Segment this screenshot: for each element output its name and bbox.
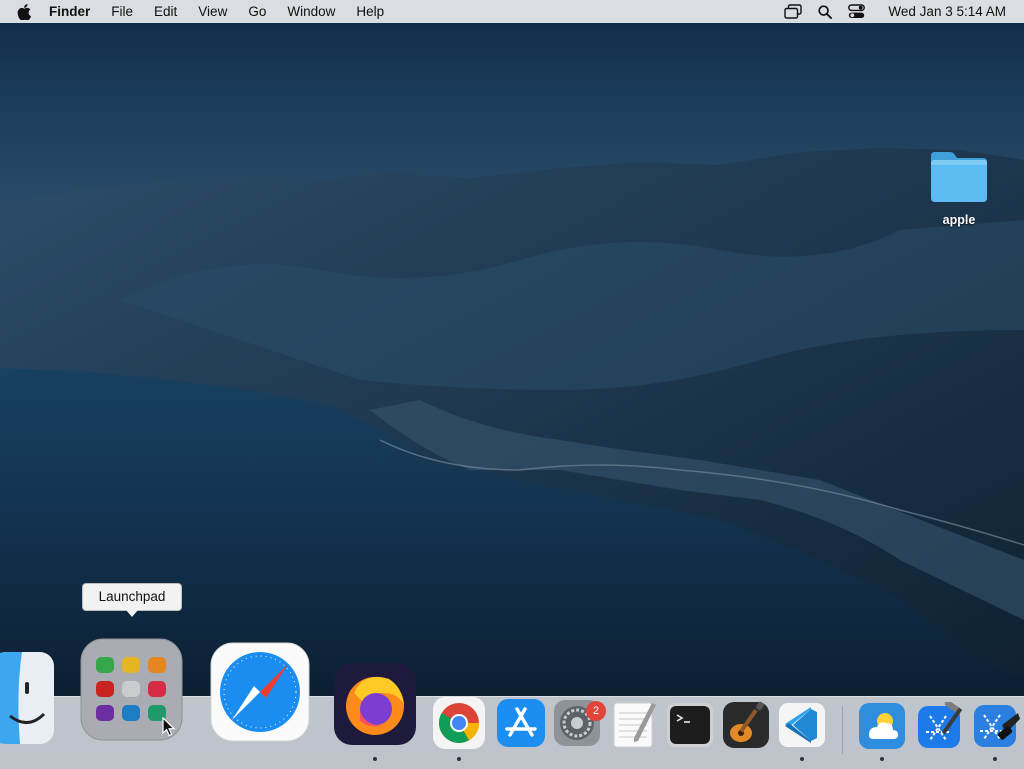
dock-item-safari[interactable] xyxy=(210,642,310,747)
dock-item-firefox[interactable] xyxy=(334,663,416,750)
dock-separator xyxy=(842,706,843,754)
menu-extras: Wed Jan 3 5:14 AM xyxy=(768,0,1006,23)
menu-go[interactable]: Go xyxy=(248,4,266,19)
vscode-icon xyxy=(779,703,825,751)
search-icon[interactable] xyxy=(818,4,833,19)
dock-item-chrome[interactable] xyxy=(433,697,485,754)
dock-item-finder[interactable] xyxy=(0,652,54,749)
menu-bar: Finder File Edit View Go Window Help Wed… xyxy=(0,0,1024,23)
running-indicator xyxy=(993,757,997,761)
instruments-icon xyxy=(972,705,1020,753)
running-indicator xyxy=(880,757,884,761)
dock-tooltip: Launchpad xyxy=(82,583,182,617)
screen-mirroring-icon[interactable] xyxy=(784,4,803,19)
terminal-icon xyxy=(667,703,713,751)
finder-icon xyxy=(0,652,54,748)
dock-item-textedit[interactable] xyxy=(612,701,658,754)
dock-item-vscode[interactable] xyxy=(779,703,825,752)
system-preferences-icon xyxy=(554,700,600,750)
menu-edit[interactable]: Edit xyxy=(154,4,177,19)
dock-item-weather[interactable] xyxy=(859,703,905,754)
desktop-folder-label: apple xyxy=(942,213,976,227)
garageband-icon xyxy=(723,701,769,752)
dock-item-terminal[interactable] xyxy=(667,703,713,752)
notification-badge: 2 xyxy=(586,701,606,721)
control-center-icon[interactable] xyxy=(848,4,866,19)
dock-item-app-store[interactable] xyxy=(497,699,545,752)
dock-item-xcode[interactable] xyxy=(916,700,964,755)
chrome-icon xyxy=(433,697,485,753)
safari-icon xyxy=(210,642,310,746)
running-indicator xyxy=(457,757,461,761)
menu-app-name[interactable]: Finder xyxy=(49,4,90,19)
apple-menu-icon[interactable] xyxy=(17,3,37,20)
weather-icon xyxy=(859,703,905,753)
running-indicator xyxy=(800,757,804,761)
running-indicator xyxy=(373,757,377,761)
firefox-icon xyxy=(334,663,416,749)
menu-file[interactable]: File xyxy=(111,4,133,19)
xcode-icon xyxy=(916,700,964,754)
mouse-cursor-icon xyxy=(162,716,176,742)
textedit-icon xyxy=(612,702,658,753)
menu-help[interactable]: Help xyxy=(356,4,384,19)
app-store-icon xyxy=(497,699,545,751)
dock-item-instruments[interactable] xyxy=(972,703,1020,754)
menu-clock[interactable]: Wed Jan 3 5:14 AM xyxy=(888,4,1006,19)
menu-view[interactable]: View xyxy=(198,4,227,19)
desktop-folder-apple[interactable]: apple xyxy=(926,150,992,227)
menu-window[interactable]: Window xyxy=(287,4,335,19)
dock-item-garageband[interactable] xyxy=(723,700,769,753)
folder-icon xyxy=(928,152,990,208)
